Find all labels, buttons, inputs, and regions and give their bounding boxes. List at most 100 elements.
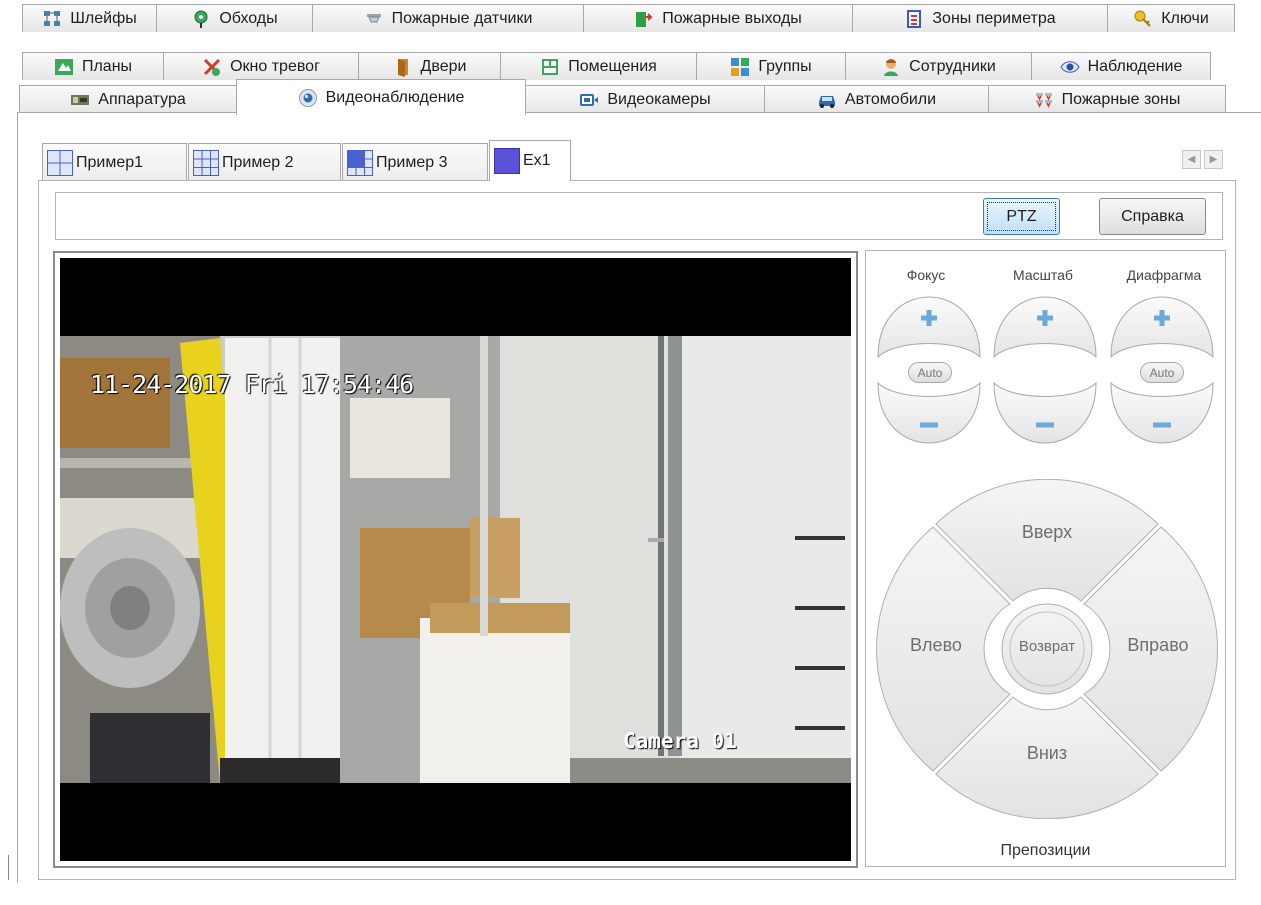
grid-1plus5-icon: [347, 149, 373, 176]
view-tab-label: Пример 2: [222, 153, 294, 171]
tab-label: Сотрудники: [909, 57, 996, 75]
tab-scroll-arrows: ◀ ▶: [1182, 150, 1223, 169]
view-tab-example-2[interactable]: Пример 2: [188, 143, 341, 181]
grid-1x1-icon: [494, 148, 520, 174]
tab-video-surveillance[interactable]: Видеонаблюдение: [236, 79, 526, 115]
ptz-button-label: PTZ: [1006, 207, 1037, 225]
scroll-right-icon[interactable]: ▶: [1204, 150, 1223, 169]
tab-label: Группы: [758, 57, 812, 75]
focus-label: Фокус: [906, 267, 946, 283]
tab-hardware[interactable]: Аппаратура: [19, 85, 237, 113]
fire-zone-icon: [1034, 90, 1054, 110]
presets-label[interactable]: Препозиции: [866, 842, 1225, 860]
iris-minus-button[interactable]: [1109, 381, 1215, 445]
tab-groups[interactable]: Группы: [696, 52, 846, 80]
focus-minus-button[interactable]: [876, 381, 982, 445]
tab-label: Обходы: [219, 9, 278, 27]
grid-2x2-icon: [47, 149, 73, 176]
tab-fire-sensors[interactable]: Пожарные датчики: [312, 4, 584, 32]
iris-plus-button[interactable]: [1109, 295, 1215, 359]
zoom-label: Масштаб: [1013, 267, 1073, 283]
hardware-icon: [70, 90, 90, 110]
eye-icon: [1060, 57, 1080, 77]
tab-cars[interactable]: Автомобили: [764, 85, 989, 113]
osd-timestamp: 11-24-2017 Fri 17:54:46: [90, 370, 414, 399]
tab-perimeter-zones[interactable]: Зоны периметра: [852, 4, 1108, 32]
patrol-icon: [191, 9, 211, 29]
tab-label: Двери: [420, 57, 467, 75]
view-tab-example-1[interactable]: Пример1: [42, 143, 187, 181]
car-icon: [817, 90, 837, 110]
tab-label: Помещения: [568, 57, 657, 75]
video-frame: 11-24-2017 Fri 17:54:46 Camera 01: [53, 251, 858, 868]
tab-label: Окно тревог: [230, 57, 320, 75]
iris-label: Диафрагма: [1126, 267, 1202, 283]
fire-sensor-icon: [364, 9, 384, 29]
main-tab-row-3: Аппаратура Видеонаблюдение Видеокамеры А…: [19, 79, 1226, 115]
door-icon: [393, 57, 413, 77]
tab-label: Шлейфы: [70, 9, 137, 27]
tab-employees[interactable]: Сотрудники: [845, 52, 1032, 80]
tab-rooms[interactable]: Помещения: [500, 52, 697, 80]
osd-camera-name: Camera 01: [623, 729, 737, 753]
tab-fire-exits[interactable]: Пожарные выходы: [583, 4, 853, 32]
tab-label: Пожарные датчики: [391, 9, 533, 27]
view-tab-label: Пример 3: [376, 153, 448, 171]
view-tab-example-3[interactable]: Пример 3: [342, 143, 488, 181]
pan-down-label: Вниз: [1026, 743, 1068, 763]
camera-feed-image: [60, 258, 851, 861]
tab-label: Пожарные зоны: [1061, 90, 1181, 108]
pan-up-label: Вверх: [1021, 522, 1073, 542]
focus-plus-button[interactable]: [876, 295, 982, 359]
focus-auto-label: Auto: [917, 365, 943, 380]
pan-left-label: Влево: [910, 635, 962, 655]
tab-label: Зоны периметра: [932, 9, 1056, 27]
tab-label: Пожарные выходы: [662, 9, 802, 27]
video-view[interactable]: 11-24-2017 Fri 17:54:46 Camera 01: [60, 258, 851, 861]
tab-label: Аппаратура: [98, 90, 186, 108]
main-tab-row-2: Планы Окно тревог Двери Помещения Группы…: [22, 52, 1211, 80]
tab-label: Планы: [81, 57, 133, 75]
alarm-icon: [202, 57, 222, 77]
rooms-icon: [540, 57, 560, 77]
divider: [8, 855, 9, 880]
tab-patrols[interactable]: Обходы: [156, 4, 313, 32]
employee-icon: [881, 57, 901, 77]
focus-auto-button[interactable]: Auto: [908, 362, 952, 383]
tab-alarm-window[interactable]: Окно тревог: [163, 52, 359, 80]
view-tab-label: Пример1: [76, 153, 144, 171]
tab-fire-zones[interactable]: Пожарные зоны: [988, 85, 1226, 113]
camera-icon: [579, 90, 599, 110]
ptz-button[interactable]: PTZ: [983, 198, 1060, 235]
zoom-plus-button[interactable]: [992, 295, 1098, 359]
help-button-label: Справка: [1121, 207, 1184, 225]
fire-exit-icon: [634, 9, 654, 29]
zoom-minus-button[interactable]: [992, 381, 1098, 445]
tab-keys[interactable]: Ключи: [1107, 4, 1235, 32]
plans-icon: [54, 57, 74, 77]
grid-3x3-icon: [193, 149, 219, 176]
home-label: Возврат: [1018, 638, 1076, 655]
tab-doors[interactable]: Двери: [358, 52, 501, 80]
groups-icon: [730, 57, 750, 77]
tab-label: Автомобили: [844, 90, 937, 108]
help-button[interactable]: Справка: [1099, 198, 1206, 235]
tab-observation[interactable]: Наблюдение: [1031, 52, 1211, 80]
tab-label: Ключи: [1161, 9, 1209, 27]
main-tab-row-1: Шлейфы Обходы Пожарные датчики Пожарные …: [22, 4, 1235, 32]
iris-auto-button[interactable]: Auto: [1140, 362, 1184, 383]
tab-label: Наблюдение: [1087, 57, 1183, 75]
tab-plans[interactable]: Планы: [22, 52, 164, 80]
tab-cameras[interactable]: Видеокамеры: [525, 85, 765, 113]
iris-auto-label: Auto: [1149, 365, 1175, 380]
tab-label: Видеокамеры: [607, 90, 711, 108]
tab-loops[interactable]: Шлейфы: [22, 4, 157, 32]
video-surveillance-icon: [298, 88, 318, 108]
perimeter-icon: [904, 9, 924, 29]
loops-icon: [42, 9, 62, 29]
ptz-panel: Фокус Масштаб Диафрагма Auto Auto Вверх …: [865, 250, 1226, 867]
scroll-left-icon[interactable]: ◀: [1182, 150, 1201, 169]
tab-label: Видеонаблюдение: [325, 88, 465, 106]
view-tab-ex1[interactable]: Ex1: [489, 140, 571, 181]
key-icon: [1133, 9, 1153, 29]
